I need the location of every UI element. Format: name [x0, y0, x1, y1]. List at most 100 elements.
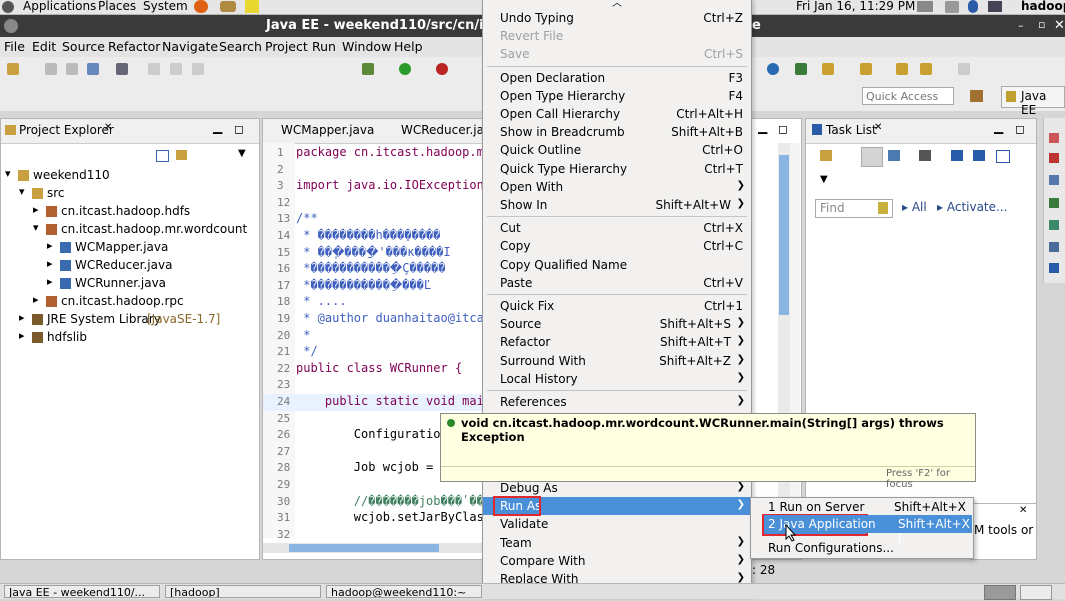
maximize-view-icon[interactable]: ◻ [234, 122, 244, 136]
collapsed-arrow-icon[interactable]: ▸ [19, 311, 25, 324]
skip-breakpoints-icon[interactable] [116, 63, 128, 75]
categorize-icon[interactable] [861, 147, 883, 167]
menu-edit[interactable]: Edit [32, 39, 56, 54]
collapsed-arrow-icon[interactable]: ▸ [47, 275, 53, 288]
editor-minimize-icon[interactable]: ▁ [758, 120, 767, 134]
trim-problems-icon[interactable] [1049, 263, 1059, 273]
expanded-arrow-icon[interactable]: ▾ [5, 167, 11, 180]
printer-tray-icon[interactable] [917, 1, 933, 12]
taskbar-terminal[interactable]: hadoop@weekend110:~ [326, 585, 482, 598]
system-menu[interactable]: System [143, 0, 188, 13]
globe-icon[interactable] [767, 63, 779, 75]
view-menu-icon[interactable]: ▼ [238, 148, 246, 159]
context-menu-item[interactable]: Surround With Shift+Alt+Z ❯ [483, 352, 751, 370]
close-view-icon[interactable]: ✕ [104, 122, 112, 133]
task-menu-icon[interactable]: ▼ [820, 174, 828, 185]
context-menu-item[interactable]: Undo Typing Ctrl+Z [483, 9, 751, 27]
firefox-launcher-icon[interactable] [194, 0, 208, 13]
menu-refactor[interactable]: Refactor [108, 39, 160, 54]
editor-maximize-icon[interactable]: ◻ [778, 122, 788, 136]
applications-menu[interactable]: Applications [23, 0, 96, 13]
run-icon[interactable] [399, 63, 411, 75]
trim-console-icon[interactable] [1049, 175, 1059, 185]
task-activate-link[interactable]: ▸ Activate... [937, 200, 1007, 214]
collapsed-arrow-icon[interactable]: ▸ [33, 203, 39, 216]
quick-access-input[interactable] [862, 87, 954, 105]
context-menu-item[interactable]: Open With ❯ [483, 178, 751, 196]
external-tools-icon[interactable] [436, 63, 448, 75]
context-menu-item[interactable]: Refactor Shift+Alt+T ❯ [483, 333, 751, 351]
window-menu-icon[interactable] [4, 19, 18, 33]
terminate-icon[interactable] [192, 63, 204, 75]
maximize-icon[interactable]: ▫ [1038, 18, 1045, 31]
menu-run[interactable]: Run [312, 39, 336, 54]
trim-outline-icon[interactable] [1049, 133, 1059, 143]
context-menu-item[interactable]: Quick Fix Ctrl+1 [483, 297, 751, 315]
task-list-tab[interactable]: Task List ✕ ▁ ◻ [806, 119, 1036, 144]
back-icon[interactable] [920, 63, 932, 75]
annotation-nav-icon[interactable] [822, 63, 834, 75]
debug-icon[interactable] [362, 63, 374, 75]
notes-launcher-icon[interactable] [245, 0, 259, 13]
collapsed-arrow-icon[interactable]: ▸ [19, 329, 25, 342]
context-menu-item[interactable]: Local History ❯ [483, 370, 751, 388]
open-perspective-icon[interactable] [970, 90, 983, 102]
tree-item[interactable]: ▸ WCMapper.java [1, 239, 257, 257]
tree-item[interactable]: ▸ WCRunner.java [1, 275, 257, 293]
context-menu-item[interactable]: Paste Ctrl+V [483, 274, 751, 292]
schedule-icon[interactable] [888, 150, 900, 161]
task-minimize-icon[interactable]: ▁ [994, 120, 1003, 134]
tree-item[interactable]: ▾ cn.itcast.hadoop.mr.wordcount [1, 221, 257, 239]
minimize-icon[interactable]: – [1018, 19, 1024, 32]
last-edit-icon[interactable] [896, 63, 908, 75]
focus-icon[interactable] [919, 150, 931, 161]
context-menu-item[interactable]: Run As ❯ [483, 496, 751, 517]
context-menu-item[interactable]: Cut Ctrl+X [483, 219, 751, 237]
task-filter-all[interactable]: ▸ All [902, 200, 927, 214]
hide-completed-icon[interactable] [951, 150, 963, 161]
minimize-view-icon[interactable]: ▁ [213, 120, 222, 134]
tree-item[interactable]: ▾ weekend110 [1, 167, 257, 185]
taskbar-eclipse[interactable]: Java EE - weekend110/... [4, 585, 160, 598]
context-menu-item[interactable]: Team ❯ [483, 534, 751, 552]
collapse-all-icon[interactable] [156, 150, 169, 162]
scroll-up-icon[interactable]: ︿ [612, 0, 622, 9]
volume-icon[interactable] [945, 1, 959, 13]
context-menu-item[interactable]: References ❯ [483, 393, 751, 411]
task-find-field[interactable]: Find [815, 199, 893, 218]
menu-file[interactable]: File [4, 39, 25, 54]
context-menu-item[interactable]: Show In Shift+Alt+W ❯ [483, 196, 751, 214]
new-task-icon[interactable] [820, 150, 832, 161]
sync-icon[interactable] [973, 150, 985, 161]
clear-find-icon[interactable] [878, 202, 888, 214]
project-explorer-tab[interactable]: Project Explorer ✕ ▁ ◻ [1, 119, 259, 144]
prev-annotation-icon[interactable] [860, 63, 872, 75]
menu-help[interactable]: Help [394, 39, 423, 54]
context-menu-item[interactable]: Revert File [483, 27, 751, 45]
task-maximize-icon[interactable]: ◻ [1015, 122, 1025, 136]
context-menu-item[interactable]: Compare With ❯ [483, 552, 751, 570]
context-menu-item[interactable]: Open Type Hierarchy F4 [483, 87, 751, 105]
editor-vscroll-thumb[interactable] [779, 155, 789, 315]
distro-logo-icon[interactable] [2, 1, 14, 13]
context-menu-item[interactable]: Open Call Hierarchy Ctrl+Alt+H [483, 105, 751, 123]
mail-launcher-icon[interactable] [220, 1, 236, 12]
context-menu-item[interactable]: Show in Breadcrumb Shift+Alt+B [483, 123, 751, 141]
forward-icon[interactable] [958, 63, 970, 75]
tree-item[interactable]: ▸ hdfslib [1, 329, 257, 347]
save-all-icon[interactable] [66, 63, 78, 75]
context-menu-item[interactable]: Validate [483, 515, 751, 533]
context-menu-item[interactable]: Open Declaration F3 [483, 69, 751, 87]
context-menu-item[interactable]: Copy Qualified Name [483, 256, 751, 274]
resume-icon[interactable] [148, 63, 160, 75]
context-menu-item[interactable]: Save Ctrl+S [483, 45, 751, 63]
trim-servers-icon[interactable] [1049, 198, 1059, 208]
save-icon[interactable] [45, 63, 57, 75]
close-lower-view-icon[interactable]: ✕ [1019, 505, 1027, 516]
taskbar-hadoop-folder[interactable]: [hadoop] [165, 585, 321, 598]
expanded-arrow-icon[interactable]: ▾ [33, 221, 39, 234]
close-task-list-icon[interactable]: ✕ [874, 122, 882, 133]
collapsed-arrow-icon[interactable]: ▸ [47, 257, 53, 270]
editor-tab-wcmapper[interactable]: WCMapper.java [281, 123, 374, 137]
collapsed-arrow-icon[interactable]: ▸ [47, 239, 53, 252]
